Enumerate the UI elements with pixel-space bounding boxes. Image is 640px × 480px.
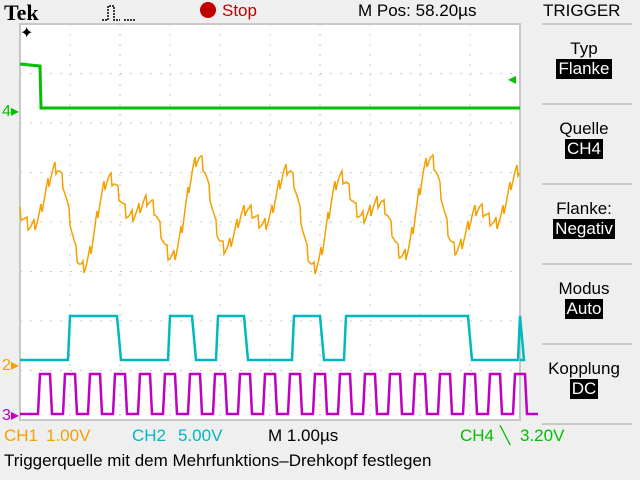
menu-value: Negativ (553, 219, 615, 239)
menu-label: Kopplung (548, 359, 620, 378)
timebase: M 1.00µs (268, 426, 339, 445)
ch2-marker: 2▸ (2, 357, 19, 374)
menu-value: DC (569, 379, 599, 399)
menu-value: Flanke (556, 59, 612, 79)
ch1-name: CH1 (4, 426, 39, 445)
menu-item-kopplung[interactable]: Kopplung DC (528, 345, 640, 425)
trigger-menu: Typ Flanke Quelle CH4 Flanke: Negativ Modus… (528, 25, 640, 425)
ch2-scale: 5.00V (178, 426, 223, 445)
falling-edge-icon: ╲ (500, 426, 511, 445)
trigger-position-marker: ✦ (20, 25, 33, 42)
menu-item-typ[interactable]: Typ Flanke (528, 25, 640, 105)
menu-label: Flanke: (556, 199, 612, 218)
trigger-level-marker: ◂ (508, 71, 516, 88)
menu-item-flanke[interactable]: Flanke: Negativ (528, 185, 640, 265)
ch4-name: CH4 (460, 426, 495, 445)
menu-item-modus[interactable]: Modus Auto (528, 265, 640, 345)
menu-label: Typ (570, 39, 598, 58)
ch1-scale: 1.00V (46, 426, 91, 445)
menu-value: CH4 (564, 139, 603, 159)
menu-value: Auto (564, 299, 604, 319)
menu-item-quelle[interactable]: Quelle CH4 (528, 105, 640, 185)
ch3-marker: 3▸ (2, 407, 19, 424)
help-message: Triggerquelle mit dem Mehrfunktions–Dreh… (4, 451, 432, 470)
menu-label: Quelle (559, 119, 609, 138)
ch4-marker: 4▸ (2, 103, 19, 120)
ch2-name: CH2 (132, 426, 167, 445)
ch4-trigger-level: 3.20V (520, 426, 565, 445)
menu-label: Modus (558, 279, 610, 298)
